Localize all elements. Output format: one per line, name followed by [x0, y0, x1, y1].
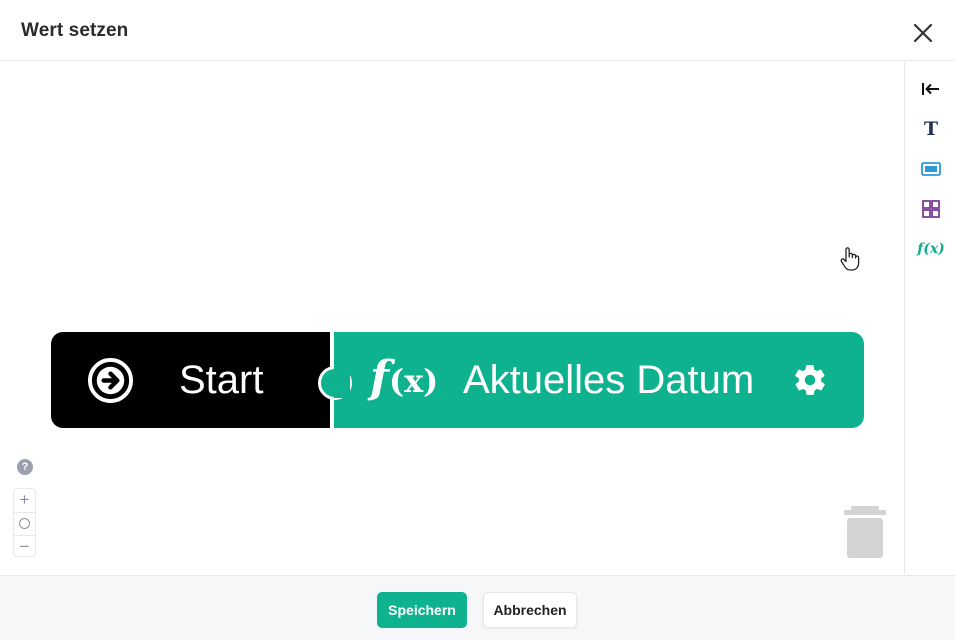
cancel-button[interactable]: Abbrechen — [483, 592, 577, 628]
close-button[interactable] — [909, 19, 937, 47]
block-workspace[interactable]: Start f(x) Aktuelles Datum ? + − — [0, 62, 904, 574]
zoom-out-button[interactable]: − — [14, 535, 35, 558]
function-block-label: Aktuelles Datum — [463, 358, 755, 402]
start-block[interactable]: Start — [51, 332, 330, 428]
dialog-footer: Speichern Abbrechen — [0, 575, 955, 640]
function-icon-f: f — [370, 352, 389, 403]
toolbox-text-field[interactable] — [919, 157, 943, 181]
gear-icon[interactable] — [792, 362, 828, 398]
function-icon: f(x) — [370, 350, 438, 409]
close-icon — [913, 23, 933, 43]
dialog-header: Wert setzen — [0, 0, 955, 61]
toolbox-grid[interactable] — [919, 197, 943, 221]
block-toolbox: T f(x) — [904, 62, 955, 574]
text-field-icon — [921, 162, 941, 176]
collapse-icon — [922, 83, 939, 95]
hand-cursor-icon — [840, 247, 860, 271]
function-block[interactable]: f(x) Aktuelles Datum — [318, 332, 864, 428]
save-button[interactable]: Speichern — [377, 592, 467, 628]
arrow-circle-right-icon — [87, 357, 134, 404]
dialog-title: Wert setzen — [21, 20, 129, 41]
zoom-reset-button[interactable] — [14, 512, 35, 535]
trash-icon[interactable] — [843, 505, 887, 559]
zoom-controls: + − — [13, 488, 36, 557]
zoom-in-button[interactable]: + — [14, 489, 35, 512]
reset-icon — [19, 518, 30, 530]
block-connector-fill — [334, 362, 350, 398]
start-block-label: Start — [179, 358, 264, 402]
help-icon[interactable]: ? — [17, 459, 33, 475]
toolbox-collapse[interactable] — [919, 77, 943, 101]
function-icon[interactable]: f(x) — [917, 237, 945, 261]
text-icon[interactable]: T — [919, 117, 943, 141]
function-icon-x: (x) — [388, 362, 439, 400]
grid-icon — [922, 200, 940, 218]
